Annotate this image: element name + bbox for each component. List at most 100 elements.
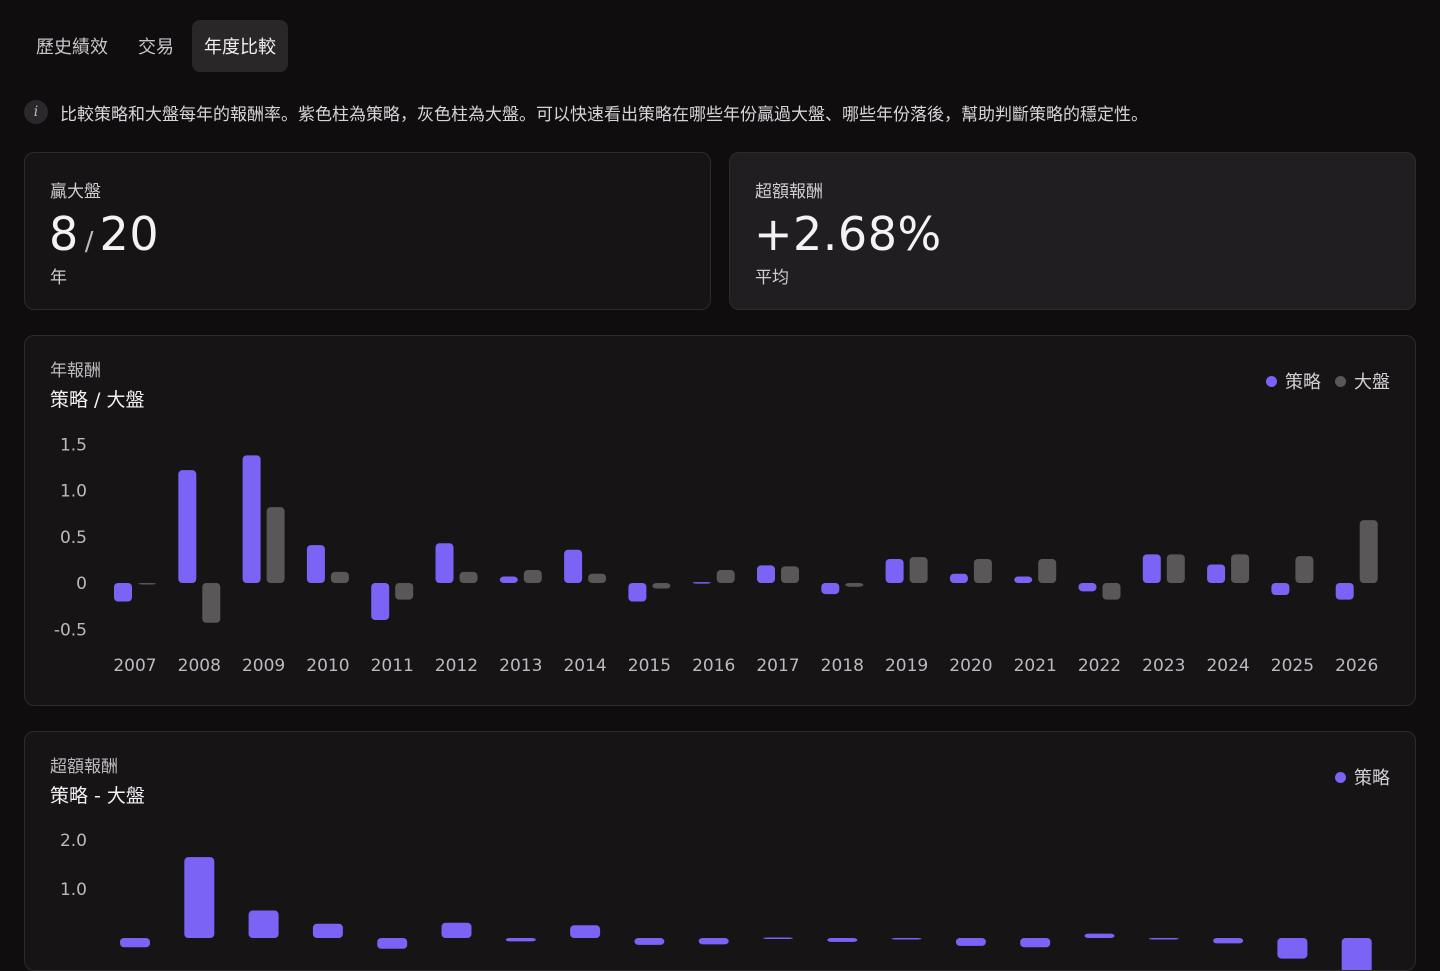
bar-strategy-2020 bbox=[955, 938, 986, 946]
info-icon: i bbox=[24, 100, 48, 124]
x-tick-label: 2025 bbox=[1271, 656, 1314, 676]
x-tick-label: 2008 bbox=[178, 656, 221, 676]
bar-market-2017 bbox=[781, 566, 799, 583]
y-tick-label: 1.5 bbox=[60, 435, 87, 455]
bar-market-2020 bbox=[973, 558, 992, 583]
bar-market-2012 bbox=[459, 571, 478, 583]
win-market-card: 贏大盤 8 / 20 年 bbox=[24, 152, 711, 310]
x-tick-label: 2015 bbox=[628, 656, 671, 676]
bar-strategy-2010 bbox=[312, 923, 343, 938]
bar-market-2010 bbox=[330, 571, 349, 583]
bar-market-2026 bbox=[1359, 520, 1378, 583]
x-tick-label: 2016 bbox=[692, 656, 735, 676]
bar-strategy-2021 bbox=[1020, 938, 1051, 948]
bar-strategy-2007 bbox=[114, 583, 132, 602]
y-tick-label: 0 bbox=[76, 574, 87, 594]
bar-strategy-2008 bbox=[178, 470, 197, 583]
x-tick-label: 2026 bbox=[1335, 656, 1378, 676]
excess-return-value: +2.68% bbox=[754, 207, 942, 261]
bar-market-2013 bbox=[523, 570, 542, 583]
bar-strategy-2015 bbox=[634, 938, 665, 945]
bar-strategy-2022 bbox=[1078, 583, 1097, 592]
win-count: 8 bbox=[49, 207, 79, 261]
info-banner: i 比較策略和大盤每年的報酬率。紫色柱為策略，灰色柱為大盤。可以快速看出策略在哪… bbox=[24, 98, 1416, 126]
x-tick-label: 2020 bbox=[949, 656, 992, 676]
x-tick-label: 2019 bbox=[885, 656, 928, 676]
win-total: 20 bbox=[99, 207, 160, 261]
x-tick-label: 2021 bbox=[1014, 656, 1057, 676]
x-tick-label: 2024 bbox=[1206, 656, 1249, 676]
bar-strategy-2009 bbox=[248, 910, 279, 938]
win-market-label: 贏大盤 bbox=[50, 182, 101, 202]
bar-strategy-2021 bbox=[1014, 576, 1033, 583]
bar-strategy-2026 bbox=[1335, 583, 1354, 600]
annual-return-chart: 1.5 1.0 0.5 0 -0.5 2007 2008 2009 2010 2011 2012 20… bbox=[54, 435, 1379, 676]
bar-market-2016 bbox=[716, 570, 735, 583]
tab-yearly-comparison[interactable]: 年度比較 bbox=[192, 20, 288, 72]
x-tick-label: 2018 bbox=[821, 656, 864, 676]
bar-market-2025 bbox=[1295, 556, 1314, 583]
bar-strategy-2016 bbox=[692, 582, 711, 584]
bar-strategy-2018 bbox=[821, 583, 840, 595]
x-tick-label: 2010 bbox=[306, 656, 349, 676]
win-market-value: 8 / 20 bbox=[49, 207, 159, 261]
bar-strategy-2014 bbox=[564, 549, 583, 583]
bar-strategy-2010 bbox=[306, 545, 325, 583]
bar-market-2008 bbox=[202, 583, 221, 623]
excess-return-label: 超額報酬 bbox=[755, 182, 823, 202]
bar-strategy-2023 bbox=[1148, 938, 1179, 940]
excess-return-unit: 平均 bbox=[755, 268, 789, 288]
bar-strategy-2011 bbox=[371, 583, 390, 620]
x-tick-label: 2007 bbox=[113, 656, 156, 676]
bar-strategy-2020 bbox=[949, 573, 968, 583]
info-text: 比較策略和大盤每年的報酬率。紫色柱為策略，灰色柱為大盤。可以快速看出策略在哪些年… bbox=[60, 104, 1148, 125]
bar-strategy-2012 bbox=[441, 922, 472, 938]
bar-strategy-2018 bbox=[827, 938, 858, 942]
win-slash: / bbox=[84, 227, 94, 257]
bar-strategy-2025 bbox=[1277, 938, 1308, 959]
bar-strategy-2025 bbox=[1271, 583, 1290, 596]
annual-return-chart-card: 年報酬 策略 / 大盤 策略 大盤 1.5 1.0 0.5 0 -0.5 2007 2008… bbox=[24, 335, 1416, 706]
bar-market-2022 bbox=[1102, 583, 1121, 600]
bar-strategy-2017 bbox=[757, 565, 775, 583]
bar-market-2014 bbox=[588, 573, 607, 583]
x-tick-label: 2023 bbox=[1142, 656, 1185, 676]
y-tick-label: 1.0 bbox=[60, 880, 87, 900]
bar-strategy-2017 bbox=[763, 937, 793, 940]
excess-return-chart-card: 超額報酬 策略 - 大盤 策略 2.0 1.0 bbox=[24, 731, 1416, 971]
bar-market-2011 bbox=[395, 583, 414, 600]
y-tick-label: 1.0 bbox=[60, 482, 87, 502]
excess-return-card: 超額報酬 +2.68% 平均 bbox=[729, 152, 1416, 310]
bar-strategy-2023 bbox=[1142, 554, 1161, 583]
bar-strategy-2014 bbox=[570, 925, 601, 938]
bar-strategy-2011 bbox=[377, 938, 408, 949]
bar-market-2024 bbox=[1231, 554, 1250, 583]
x-tick-label: 2011 bbox=[371, 656, 414, 676]
bar-market-2019 bbox=[909, 557, 928, 583]
bar-strategy-2024 bbox=[1207, 564, 1226, 583]
bar-strategy-2022 bbox=[1084, 933, 1115, 938]
y-tick-label: 2.0 bbox=[60, 831, 87, 851]
bar-strategy-2008 bbox=[184, 857, 215, 938]
bar-strategy-2007 bbox=[120, 938, 150, 948]
tab-trades[interactable]: 交易 bbox=[126, 20, 186, 72]
bar-market-2023 bbox=[1166, 554, 1185, 583]
bar-strategy-2009 bbox=[242, 455, 261, 583]
x-tick-label: 2013 bbox=[499, 656, 542, 676]
bar-market-2018 bbox=[845, 583, 864, 587]
excess-return-value-wrap: +2.68% bbox=[754, 207, 942, 261]
bar-strategy-2012 bbox=[435, 543, 454, 583]
bar-strategy-2013 bbox=[499, 576, 518, 583]
bar-strategy-2019 bbox=[891, 938, 922, 940]
bar-strategy-2019 bbox=[885, 558, 904, 583]
x-tick-label: 2017 bbox=[756, 656, 799, 676]
x-tick-label: 2022 bbox=[1078, 656, 1121, 676]
y-tick-label: 0.5 bbox=[60, 528, 87, 548]
bar-market-2015 bbox=[652, 583, 671, 589]
tab-history-performance[interactable]: 歷史績效 bbox=[24, 20, 120, 72]
bar-strategy-2026 bbox=[1341, 938, 1372, 970]
bar-market-2007 bbox=[138, 583, 156, 585]
bar-strategy-2013 bbox=[505, 938, 536, 942]
tab-bar: 歷史績效 交易 年度比較 bbox=[24, 20, 288, 72]
win-unit: 年 bbox=[50, 268, 67, 288]
